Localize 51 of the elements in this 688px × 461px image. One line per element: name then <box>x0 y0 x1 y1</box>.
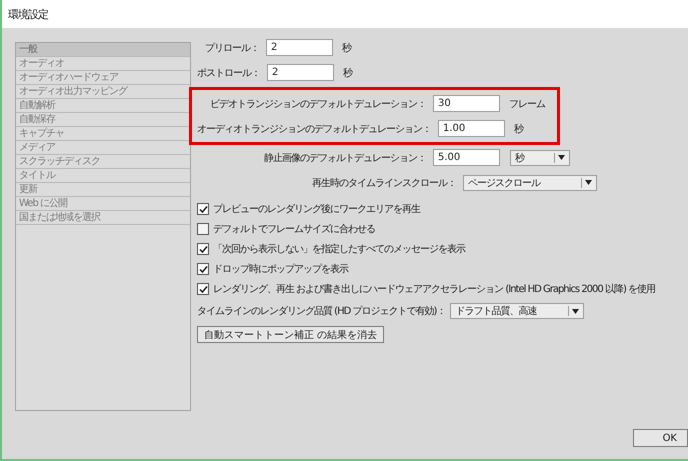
checkbox-label: ドロップ時にポップアップを表示 <box>213 262 348 276</box>
input-field[interactable]: 2 <box>266 39 333 56</box>
sidebar-item[interactable]: スクラッチディスク <box>16 155 190 169</box>
field-label: ビデオトランジションのデフォルトデュレーション： <box>209 98 427 110</box>
sidebar-item[interactable]: 自動解析 <box>16 99 190 113</box>
caret-icon <box>568 306 580 316</box>
input-field[interactable]: 30 <box>433 95 500 112</box>
checkbox-label: プレビューのレンダリング後にワークエリアを再生 <box>213 202 420 216</box>
checkbox-label: レンダリング、再生 および書き出しにハードウェアアクセラレーション (Intel HD Graphics 2000 以降) を使用 <box>213 282 656 296</box>
window-title: 環境設定 <box>8 6 48 22</box>
input-field[interactable]: 5.00 <box>433 149 500 166</box>
unit-label: 秒 <box>514 122 523 136</box>
sidebar-item[interactable]: 一般 <box>16 43 190 57</box>
sidebar-item[interactable]: 更新 <box>16 183 190 197</box>
dropdown[interactable]: 秒 <box>510 150 570 166</box>
sidebar-item[interactable]: キャプチャ <box>16 127 190 141</box>
input-field[interactable]: 2 <box>267 64 334 81</box>
checkbox[interactable] <box>197 203 209 215</box>
dropdown[interactable]: ドラフト品質、高速 <box>450 303 584 319</box>
sidebar-item[interactable]: 自動保存 <box>16 113 190 127</box>
dropdown-value: 秒 <box>515 152 524 164</box>
field-label: オーディオトランジションのデフォルトデュレーション： <box>197 122 432 136</box>
clear-results-button[interactable]: 自動スマートトーン補正 の結果を消去 <box>197 326 384 343</box>
unit-label: 秒 <box>343 66 352 80</box>
sidebar-item[interactable]: Web に公開 <box>16 197 190 211</box>
caret-icon <box>581 178 592 188</box>
ok-button[interactable]: OK <box>633 429 688 447</box>
checkbox-label: 「次回から表示しない」を指定したすべてのメッセージを表示 <box>213 242 465 256</box>
dropdown-value: ドラフト品質、高速 <box>455 304 536 318</box>
sidebar-item[interactable]: タイトル <box>16 169 190 183</box>
field-label: プリロール： <box>204 42 260 54</box>
checkbox-label: デフォルトでフレームサイズに合わせる <box>213 223 375 236</box>
sidebar-item[interactable]: オーディオ出力マッピング <box>16 85 190 99</box>
field-label: ポストロール： <box>197 66 261 80</box>
dropdown[interactable]: ページスクロール <box>463 174 597 190</box>
input-field[interactable]: 1.00 <box>438 120 505 137</box>
sidebar-item[interactable]: オーディオ <box>16 57 190 71</box>
sidebar-item[interactable]: メディア <box>16 141 190 155</box>
field-label: タイムラインのレンダリング品質 (HD プロジェクトで有効)： <box>197 304 446 318</box>
sidebar-item[interactable]: 国または地域を選択 <box>16 211 190 225</box>
caret-icon <box>554 152 565 162</box>
checkbox[interactable] <box>197 263 209 275</box>
checkbox[interactable] <box>197 283 209 295</box>
field-label: 静止画像のデフォルトデュレーション： <box>263 152 427 164</box>
unit-label: フレーム <box>509 98 545 110</box>
checkbox[interactable] <box>197 243 209 255</box>
field-label: 再生時のタイムラインスクロール： <box>311 176 457 190</box>
sidebar-item[interactable]: オーディオハードウェア <box>16 71 190 85</box>
unit-label: 秒 <box>342 42 351 54</box>
dropdown-value: ページスクロール <box>468 176 540 190</box>
checkbox[interactable] <box>197 223 209 235</box>
